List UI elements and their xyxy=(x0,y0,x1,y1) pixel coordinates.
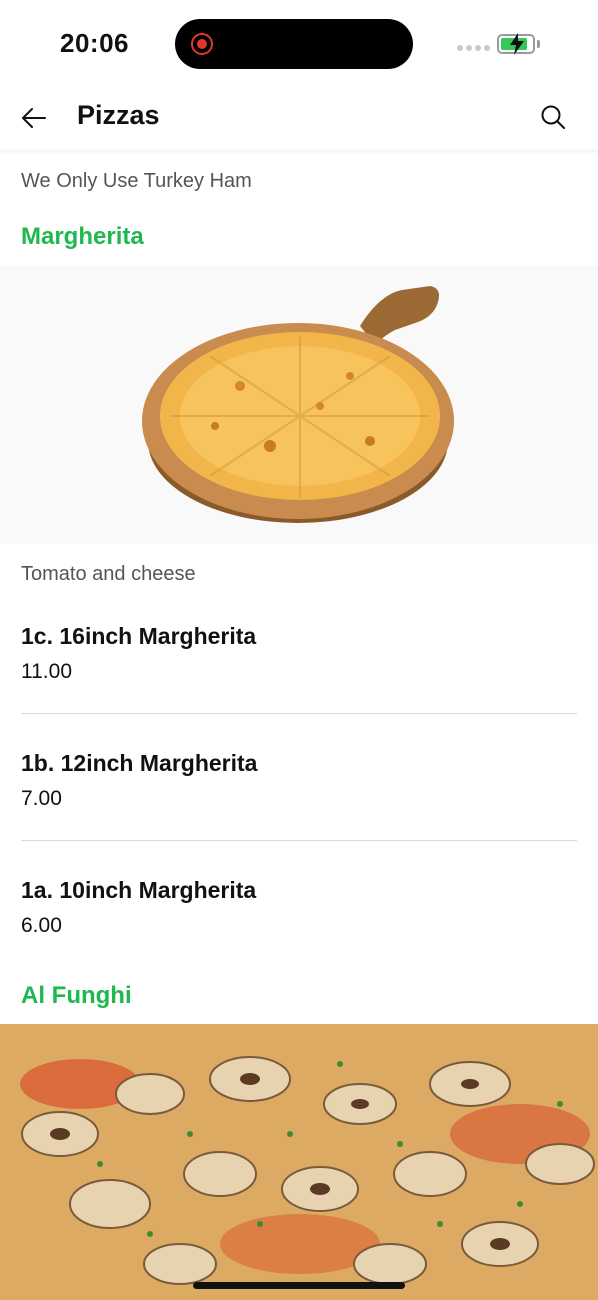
home-indicator[interactable] xyxy=(193,1282,405,1289)
menu-notice: We Only Use Turkey Ham xyxy=(21,170,252,192)
search-icon[interactable] xyxy=(538,102,568,132)
category-description: Tomato and cheese xyxy=(21,563,196,585)
item-name: 1c. 16inch Margherita xyxy=(21,623,257,649)
menu-item[interactable]: 1b. 12inch Margherita 7.00 xyxy=(21,750,577,811)
margherita-pizza-image xyxy=(0,266,598,544)
divider xyxy=(21,713,577,714)
cellular-signal-icon xyxy=(457,45,490,51)
category-title-al-funghi: Al Funghi xyxy=(21,982,132,1009)
arrow-left-icon[interactable] xyxy=(18,102,50,134)
divider xyxy=(21,840,577,841)
item-name: 1b. 12inch Margherita xyxy=(21,750,258,776)
battery-icon xyxy=(497,33,535,55)
al-funghi-pizza-image xyxy=(0,1024,598,1300)
item-name: 1a. 10inch Margherita xyxy=(21,877,257,903)
charging-bolt-icon xyxy=(510,33,524,55)
page-title: Pizzas xyxy=(77,100,160,130)
item-price: 7.00 xyxy=(21,787,62,810)
item-price: 11.00 xyxy=(21,660,72,683)
menu-item[interactable]: 1a. 10inch Margherita 6.00 xyxy=(21,877,577,938)
recording-icon xyxy=(191,33,213,55)
status-time: 20:06 xyxy=(60,28,129,58)
header-divider xyxy=(0,150,598,154)
category-title-margherita: Margherita xyxy=(21,223,144,250)
app-header: Pizzas xyxy=(0,88,598,150)
battery-cap xyxy=(537,40,540,48)
status-bar: 20:06 xyxy=(0,0,598,88)
item-price: 6.00 xyxy=(21,914,62,937)
dynamic-island xyxy=(175,19,413,69)
menu-item[interactable]: 1c. 16inch Margherita 11.00 xyxy=(21,623,577,684)
